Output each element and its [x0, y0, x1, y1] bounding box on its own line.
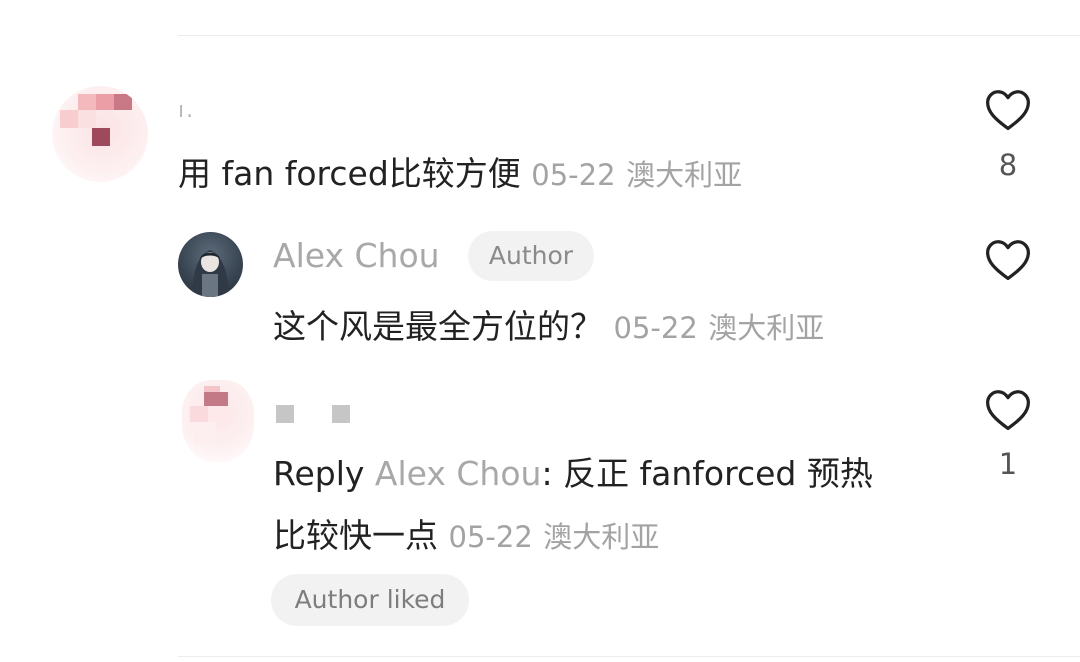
commenter-avatar-blurred[interactable] — [52, 86, 148, 182]
like-button[interactable] — [982, 84, 1034, 136]
censor-block — [276, 405, 294, 423]
reply-target-username[interactable]: Alex Chou — [375, 454, 542, 493]
comment-location: 澳大利亚 — [626, 158, 743, 192]
commenter-username[interactable]: ı. — [178, 98, 195, 123]
author-avatar[interactable] — [178, 232, 243, 297]
comment-date: 05-22 — [613, 311, 698, 345]
heart-outline-icon — [986, 240, 1030, 281]
heart-outline-icon — [986, 390, 1030, 431]
author-badge: Author — [468, 231, 594, 281]
heart-outline-icon — [986, 90, 1030, 131]
comment-date: 05-22 — [531, 158, 616, 192]
reply-text-line-1: Reply Alex Chou: 反正 fanforced 预热 — [273, 447, 873, 495]
reply-body-line-2: 比较快一点 — [273, 516, 438, 555]
comment-body: 用 fan forced比较方便 — [178, 154, 521, 193]
like-button[interactable] — [982, 234, 1034, 286]
hooded-figure-icon — [192, 250, 229, 297]
like-button[interactable] — [982, 384, 1034, 436]
comment-location: 澳大利亚 — [543, 520, 660, 554]
comment-body: 这个风是最全方位的？ — [273, 307, 603, 346]
reply-text-line-2: 比较快一点 05-22 澳大利亚 — [273, 509, 659, 557]
bottom-divider — [178, 656, 1080, 657]
reply-body-line-1: 反正 fanforced 预热 — [563, 454, 873, 493]
censor-block — [332, 405, 350, 423]
comment-date: 05-22 — [448, 520, 533, 554]
author-liked-badge: Author liked — [271, 574, 469, 626]
top-divider — [178, 35, 1080, 36]
reply-separator: : — [541, 454, 564, 493]
like-count: 8 — [998, 148, 1018, 182]
comment-thread: ı. 用 fan forced比较方便 05-22 澳大利亚 8 Alex Ch… — [0, 0, 1080, 662]
replier-username-censored[interactable] — [276, 405, 388, 427]
comment-location: 澳大利亚 — [708, 311, 825, 345]
replier-avatar-blurred[interactable] — [182, 380, 254, 462]
like-count: 1 — [998, 447, 1018, 481]
reply-label: Reply — [273, 454, 365, 493]
comment-text: 这个风是最全方位的？ 05-22 澳大利亚 — [273, 300, 824, 348]
author-username[interactable]: Alex Chou — [273, 236, 440, 275]
comment-text: 用 fan forced比较方便 05-22 澳大利亚 — [178, 147, 742, 195]
